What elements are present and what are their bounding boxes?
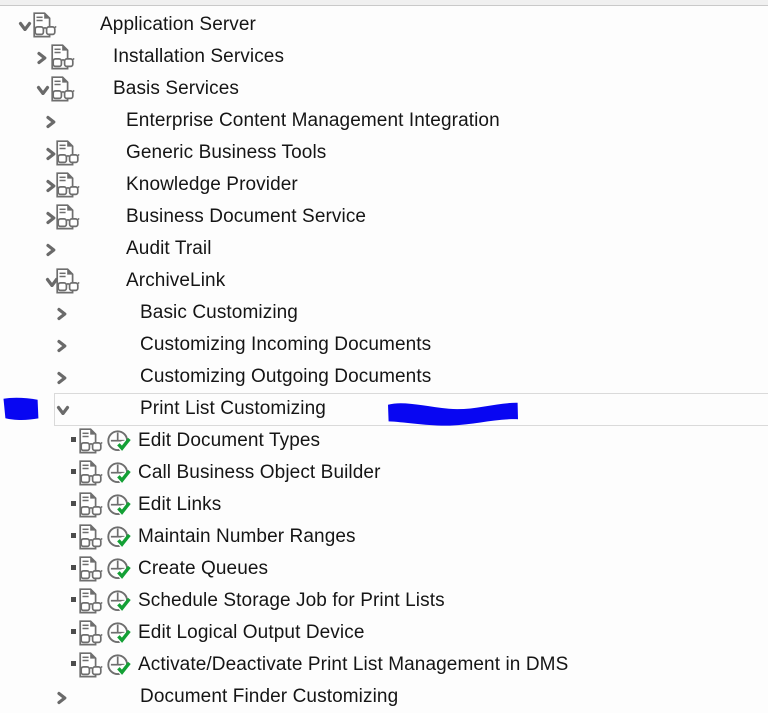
tree-node-label[interactable]: Audit Trail [126,233,212,265]
chevron-right-icon[interactable] [45,243,57,257]
document-glasses-icon[interactable] [50,76,76,102]
document-glasses-icon[interactable] [55,204,81,230]
tree-node-application-server[interactable]: Application Server [0,9,768,41]
tree-node-label[interactable]: Enterprise Content Management Integratio… [126,105,500,137]
execute-activity-check-icon[interactable] [106,652,133,679]
tree-node-label[interactable]: Document Finder Customizing [140,681,398,713]
tree-node-generic-business-tools[interactable]: Generic Business Tools [0,137,768,169]
document-glasses-icon[interactable] [78,428,104,454]
tree-node-label[interactable]: Basis Services [113,73,239,105]
execute-activity-check-icon[interactable] [106,460,133,487]
document-glasses-icon[interactable] [78,460,104,486]
square-bullet-icon [71,533,76,538]
document-glasses-icon[interactable] [78,492,104,518]
tree-node-label[interactable]: Create Queues [138,553,268,585]
execute-activity-check-icon[interactable] [106,428,133,455]
tree-node-audit-trail[interactable]: Audit Trail [0,233,768,265]
square-bullet-icon [71,597,76,602]
tree-node-enterprise-content-management-integratio[interactable]: Enterprise Content Management Integratio… [0,105,768,137]
tree-node-label[interactable]: Basic Customizing [140,297,298,329]
tree-node-label[interactable]: Schedule Storage Job for Print Lists [138,585,445,617]
tree-node-label[interactable]: Activate/Deactivate Print List Managemen… [138,649,568,681]
document-glasses-icon[interactable] [78,588,104,614]
tree-node-label[interactable]: Application Server [100,9,256,41]
document-glasses-icon[interactable] [55,140,81,166]
chevron-right-icon[interactable] [56,307,68,321]
document-glasses-icon[interactable] [78,652,104,678]
chevron-down-icon[interactable] [36,85,50,95]
square-bullet-icon [71,469,76,474]
square-bullet-icon [71,437,76,442]
tree-node-edit-logical-output-device[interactable]: Edit Logical Output Device [0,617,768,649]
tree-node-edit-document-types[interactable]: Edit Document Types [0,425,768,457]
tree-node-label[interactable]: Customizing Outgoing Documents [140,361,431,393]
tree-node-label[interactable]: Edit Links [138,489,221,521]
tree-node-installation-services[interactable]: Installation Services [0,41,768,73]
tree-node-label[interactable]: Installation Services [113,41,284,73]
document-glasses-icon[interactable] [55,172,81,198]
tree-node-label[interactable]: Call Business Object Builder [138,457,381,489]
chevron-right-icon[interactable] [56,691,68,705]
tree-node-print-list-customizing[interactable]: Print List Customizing [0,393,768,425]
customizing-tree[interactable]: Application Server Installation Services… [0,0,768,707]
execute-activity-check-icon[interactable] [106,588,133,615]
tree-node-label[interactable]: Print List Customizing [140,393,326,425]
tree-node-label[interactable]: Edit Document Types [138,425,320,457]
document-glasses-icon[interactable] [32,12,58,38]
tree-node-document-finder-customizing[interactable]: Document Finder Customizing [0,681,768,713]
execute-activity-check-icon[interactable] [106,524,133,551]
tree-node-business-document-service[interactable]: Business Document Service [0,201,768,233]
tree-node-schedule-storage-job-for-print-lists[interactable]: Schedule Storage Job for Print Lists [0,585,768,617]
tree-node-activate-deactivate-print-list-managemen[interactable]: Activate/Deactivate Print List Managemen… [0,649,768,681]
document-glasses-icon[interactable] [78,524,104,550]
tree-node-basis-services[interactable]: Basis Services [0,73,768,105]
tree-node-customizing-outgoing-documents[interactable]: Customizing Outgoing Documents [0,361,768,393]
document-glasses-icon[interactable] [78,556,104,582]
tree-node-label[interactable]: Business Document Service [126,201,366,233]
tree-node-knowledge-provider[interactable]: Knowledge Provider [0,169,768,201]
execute-activity-check-icon[interactable] [106,492,133,519]
tree-node-label[interactable]: Customizing Incoming Documents [140,329,431,361]
tree-node-label[interactable]: Maintain Number Ranges [138,521,356,553]
tree-node-call-business-object-builder[interactable]: Call Business Object Builder [0,457,768,489]
square-bullet-icon [71,501,76,506]
square-bullet-icon [71,565,76,570]
tree-node-label[interactable]: ArchiveLink [126,265,225,297]
execute-activity-check-icon[interactable] [106,620,133,647]
tree-node-basic-customizing[interactable]: Basic Customizing [0,297,768,329]
chevron-down-icon[interactable] [56,405,70,415]
document-glasses-icon[interactable] [78,620,104,646]
square-bullet-icon [71,629,76,634]
square-bullet-icon [71,661,76,666]
chevron-right-icon[interactable] [56,339,68,353]
tree-node-create-queues[interactable]: Create Queues [0,553,768,585]
document-glasses-icon[interactable] [50,44,76,70]
chevron-right-icon[interactable] [36,51,48,65]
tree-node-label[interactable]: Knowledge Provider [126,169,298,201]
chevron-right-icon[interactable] [45,115,57,129]
tree-node-label[interactable]: Generic Business Tools [126,137,326,169]
tree-node-customizing-incoming-documents[interactable]: Customizing Incoming Documents [0,329,768,361]
execute-activity-check-icon[interactable] [106,556,133,583]
tree-node-maintain-number-ranges[interactable]: Maintain Number Ranges [0,521,768,553]
tree-node-label[interactable]: Edit Logical Output Device [138,617,365,649]
chevron-right-icon[interactable] [56,371,68,385]
chevron-down-icon[interactable] [18,21,32,31]
document-glasses-icon[interactable] [55,268,81,294]
tree-node-archivelink[interactable]: ArchiveLink [0,265,768,297]
tree-node-edit-links[interactable]: Edit Links [0,489,768,521]
